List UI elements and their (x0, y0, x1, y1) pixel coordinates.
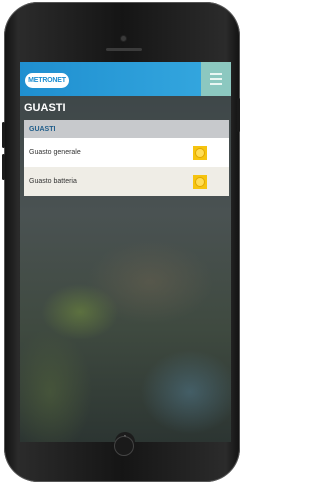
status-dot-icon (196, 148, 204, 157)
panel-header: GUASTI (24, 120, 229, 138)
home-button (114, 436, 134, 456)
top-bar: METRONET (20, 62, 231, 96)
app-screen: METRONET GUASTI GUASTI Guasto generale G… (20, 62, 231, 442)
volume-button (2, 122, 5, 148)
power-button (237, 98, 240, 132)
hamburger-icon (210, 73, 222, 75)
logo-text: METRONET (28, 77, 66, 84)
page-title: GUASTI (24, 102, 66, 114)
status-dot-icon (196, 177, 204, 186)
hamburger-icon (210, 83, 222, 85)
earpiece-speaker (106, 48, 142, 51)
row-label: Guasto batteria (29, 178, 77, 185)
metronet-logo[interactable]: METRONET (25, 73, 69, 88)
faults-panel: GUASTI Guasto generale Guasto batteria (24, 120, 229, 196)
volume-button (2, 154, 5, 180)
front-camera (121, 36, 126, 41)
menu-button[interactable] (201, 62, 231, 96)
hamburger-icon (210, 78, 222, 80)
row-label: Guasto generale (29, 149, 81, 156)
status-badge (193, 145, 207, 160)
status-badge (193, 174, 207, 189)
list-item[interactable]: Guasto batteria (24, 167, 229, 196)
list-item[interactable]: Guasto generale (24, 138, 229, 167)
